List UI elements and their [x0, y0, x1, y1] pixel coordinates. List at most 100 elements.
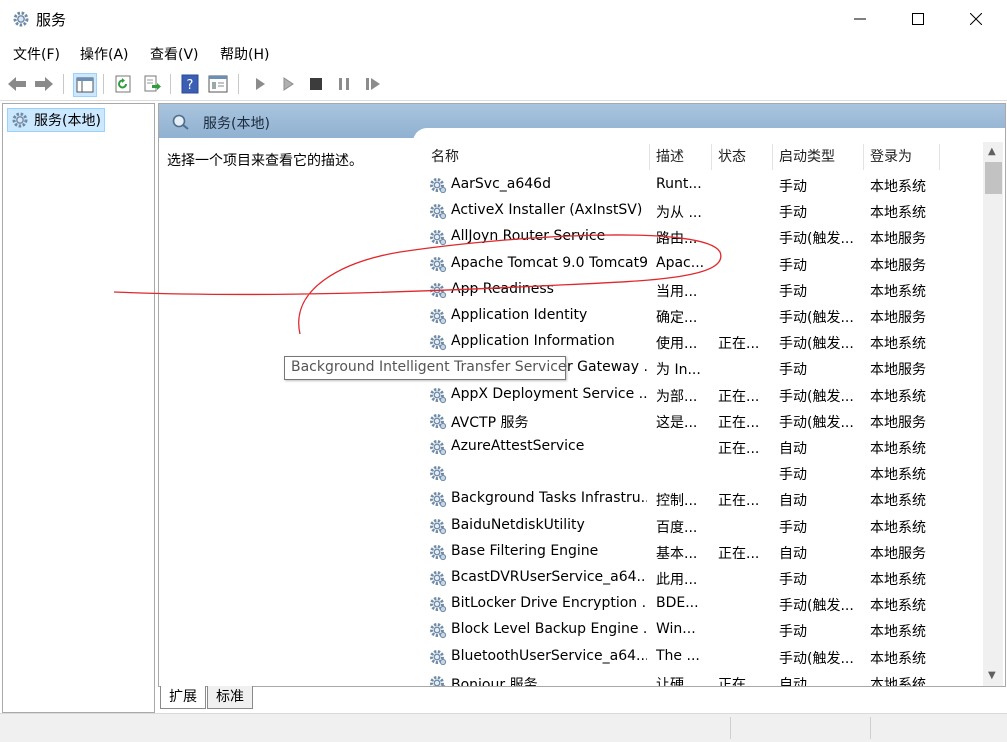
panel-title: 服务(本地): [203, 116, 270, 132]
description-text: 选择一个项目来查看它的描述。: [167, 153, 363, 169]
service-status: 正在...: [718, 493, 760, 510]
show-hide-tree-button[interactable]: [73, 73, 97, 97]
column-header-name[interactable]: 名称: [431, 146, 459, 168]
service-startup-type: 手动(触发...: [779, 336, 854, 353]
start-service-alt-button[interactable]: [277, 73, 299, 95]
service-name: Block Level Backup Engine ...: [451, 621, 647, 638]
menu-bar: 文件(F) 操作(A) 查看(V) 帮助(H): [0, 40, 1007, 66]
services-panel: 服务(本地) 选择一个项目来查看它的描述。 名称 ⌃ 描述 状态 启动类型 登录…: [158, 103, 1006, 687]
service-gear-icon: [430, 492, 447, 508]
service-log-on-as: 本地系统: [870, 388, 926, 405]
minimize-button[interactable]: [831, 0, 889, 38]
service-row[interactable]: App Readiness 当用... 手动 本地系统: [421, 277, 983, 303]
service-row[interactable]: Bonjour 服务 让硬... 正在... 自动 本地系统: [421, 670, 983, 686]
service-row[interactable]: AppX Deployment Service ... 为部... 正在... 手动(…: [421, 382, 983, 408]
back-button[interactable]: [6, 73, 28, 95]
service-name: Application Identity: [451, 307, 588, 323]
export-list-button[interactable]: [141, 73, 163, 95]
service-log-on-as: 本地系统: [870, 624, 926, 641]
service-log-on-as: 本地服务: [870, 257, 926, 274]
service-row[interactable]: BcastDVRUserService_a64... 此用... 手动 本地系统: [421, 565, 983, 591]
service-row[interactable]: AllJoyn Router Service 路由... 手动(触发... 本地服务: [421, 224, 983, 250]
service-gear-icon: [430, 571, 447, 587]
services-list[interactable]: 名称 ⌃ 描述 状态 启动类型 登录为 AarSvc_a646d Runt... 手…: [421, 142, 983, 686]
properties-view-button[interactable]: [207, 73, 229, 95]
refresh-button[interactable]: [112, 73, 134, 95]
close-button[interactable]: [947, 0, 1005, 38]
tree-item-services-local[interactable]: 服务(本地): [7, 108, 105, 132]
service-description: 基本...: [656, 545, 698, 562]
scrollbar-thumb[interactable]: [985, 162, 1002, 194]
service-row[interactable]: Block Level Backup Engine ... Win... 手动 本地系…: [421, 617, 983, 643]
service-status: 正在...: [718, 336, 760, 353]
service-name: ActiveX Installer (AxInstSV): [451, 202, 643, 219]
service-log-on-as: 本地服务: [870, 362, 926, 379]
stop-service-button[interactable]: [305, 73, 327, 95]
menu-help[interactable]: 帮助(H): [220, 44, 269, 64]
toolbar: ?: [0, 68, 1007, 101]
service-startup-type: 手动: [779, 519, 807, 536]
service-row[interactable]: AzureAttestService 正在... 自动 本地系统: [421, 434, 983, 460]
service-log-on-as: 本地系统: [870, 572, 926, 588]
service-name: BluetoothUserService_a64...: [451, 647, 647, 664]
service-name: Bonjour 服务: [451, 676, 538, 686]
scroll-up-icon[interactable]: ▲: [988, 146, 996, 157]
service-row[interactable]: 手动 本地系统: [421, 460, 983, 486]
menu-file[interactable]: 文件(F): [13, 44, 60, 64]
service-name: AzureAttestService: [451, 438, 585, 454]
service-startup-type: 手动: [779, 572, 807, 588]
service-row[interactable]: Background Tasks Infrastru... 控制... 正在... 自…: [421, 486, 983, 512]
service-name: BaiduNetdiskUtility: [451, 516, 585, 533]
play-icon: [256, 78, 265, 90]
service-log-on-as: 本地服务: [870, 231, 926, 248]
service-row[interactable]: BluetoothUserService_a64... The ... 手动(触发.…: [421, 644, 983, 670]
title-bar: 服务: [0, 0, 1007, 38]
service-log-on-as: 本地系统: [870, 283, 926, 300]
service-description: 控制...: [656, 493, 698, 510]
service-name: Apache Tomcat 9.0 Tomcat9: [451, 254, 647, 271]
forward-button[interactable]: [33, 73, 55, 95]
service-row[interactable]: BaiduNetdiskUtility 百度... 手动 本地系统: [421, 513, 983, 539]
restart-service-button[interactable]: [362, 73, 384, 95]
help-icon: ?: [181, 74, 199, 94]
service-description: 这是...: [656, 414, 698, 431]
service-row[interactable]: AarSvc_a646d Runt... 手动 本地系统: [421, 172, 983, 198]
menu-view[interactable]: 查看(V): [150, 44, 199, 64]
service-description: 为 In...: [656, 362, 701, 379]
column-header-status[interactable]: 状态: [718, 146, 746, 168]
tab-standard[interactable]: 标准: [207, 686, 253, 709]
service-description: 让硬...: [656, 676, 698, 686]
menu-action[interactable]: 操作(A): [80, 44, 129, 64]
service-row[interactable]: Base Filtering Engine 基本... 正在... 自动 本地服务: [421, 539, 983, 565]
column-header-startup-type[interactable]: 启动类型: [779, 146, 835, 168]
back-arrow-icon: [8, 77, 26, 91]
column-header-description[interactable]: 描述: [656, 146, 684, 168]
svg-text:?: ?: [187, 78, 194, 93]
service-row[interactable]: AVCTP 服务 这是... 正在... 手动(触发... 本地服务: [421, 408, 983, 434]
service-startup-type: 自动: [779, 676, 807, 686]
service-startup-type: 自动: [779, 545, 807, 562]
service-row[interactable]: ActiveX Installer (AxInstSV) 为从 ... 手动 本地系统: [421, 198, 983, 224]
service-row[interactable]: Application Identity 确定... 手动(触发... 本地服务: [421, 303, 983, 329]
service-row[interactable]: BitLocker Drive Encryption ... BDE... 手动(触…: [421, 591, 983, 617]
service-gear-icon: [430, 623, 447, 639]
service-row[interactable]: Apache Tomcat 9.0 Tomcat9 Apac... 手动 本地服务: [421, 251, 983, 277]
service-status: 正在...: [718, 441, 760, 457]
maximize-icon: [912, 13, 924, 25]
pause-service-button[interactable]: [333, 73, 355, 95]
view-tabs: 扩展 标准: [158, 686, 1004, 710]
stop-icon: [310, 78, 322, 90]
tab-extended[interactable]: 扩展: [160, 686, 206, 709]
service-description: Apac...: [656, 254, 705, 271]
column-header-log-on-as[interactable]: 登录为: [870, 146, 912, 168]
service-name: App Readiness: [451, 280, 554, 297]
service-startup-type: 手动: [779, 467, 807, 484]
service-name: BcastDVRUserService_a64...: [451, 569, 647, 585]
service-row[interactable]: Application Information 使用... 正在... 手动(触发..…: [421, 329, 983, 355]
start-service-button[interactable]: [249, 73, 271, 95]
maximize-button[interactable]: [889, 0, 947, 38]
vertical-scrollbar[interactable]: ▲ ▼: [983, 142, 1003, 686]
help-button[interactable]: ?: [179, 73, 201, 95]
scroll-down-icon[interactable]: ▼: [988, 670, 996, 681]
service-gear-icon: [430, 387, 447, 403]
